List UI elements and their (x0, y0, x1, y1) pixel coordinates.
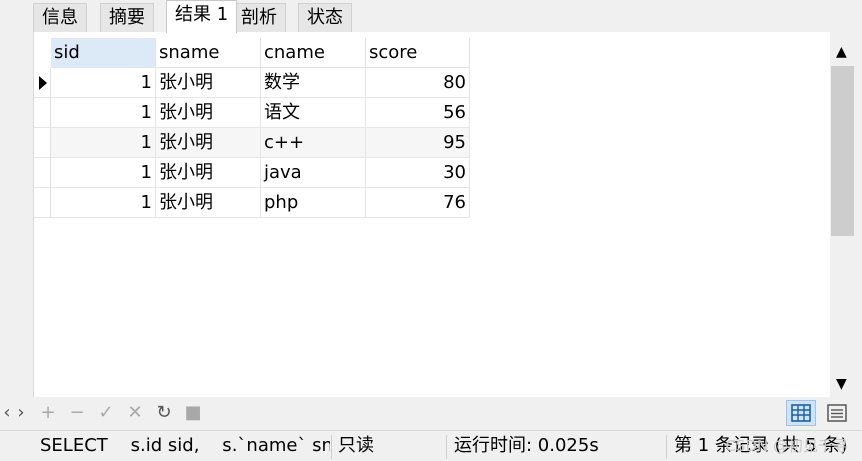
column-header-label: sname (159, 42, 220, 63)
status-divider (331, 435, 332, 459)
cell-cname[interactable]: php (261, 188, 366, 218)
status-runtime: 运行时间: 0.025s (454, 435, 599, 456)
column-header-score[interactable]: score (366, 38, 470, 68)
cell-score[interactable]: 80 (366, 68, 470, 98)
scroll-up-icon[interactable]: ▲ (836, 42, 847, 62)
row-indicator[interactable] (34, 68, 51, 98)
cell-score[interactable]: 56 (366, 98, 470, 128)
tab-status-label: 状态 (307, 7, 343, 28)
cell-sname[interactable]: 张小明 (156, 158, 261, 188)
tab-status[interactable]: 状态 (298, 3, 352, 32)
row-indicator[interactable] (34, 188, 51, 218)
column-header-cname[interactable]: cname (261, 38, 366, 68)
current-row-pointer-icon (39, 76, 47, 90)
form-view-icon (827, 404, 847, 422)
form-view-button[interactable] (822, 400, 852, 426)
result-grid[interactable]: sid sname cname score 1 张小明 数学 80 1 张小明 … (33, 32, 830, 397)
tab-summary-label: 摘要 (109, 7, 145, 28)
cell-cname[interactable]: 语文 (261, 98, 366, 128)
result-tabs: 信息 摘要 结果 1 剖析 状态 (0, 0, 862, 33)
cell-score[interactable]: 30 (366, 158, 470, 188)
stop-icon[interactable]: ■ (182, 401, 204, 425)
cell-sname[interactable]: 张小明 (156, 128, 261, 158)
column-header-label: score (369, 42, 418, 63)
add-record-icon[interactable]: + (37, 401, 59, 425)
watermark-text: CSDN @初见千寻 (725, 437, 848, 455)
row-indicator[interactable] (34, 98, 51, 128)
tab-info-label: 信息 (42, 7, 78, 28)
column-header-label: sid (54, 42, 80, 63)
discard-changes-icon[interactable]: ✕ (124, 401, 146, 425)
scroll-thumb[interactable] (831, 66, 854, 236)
cell-cname[interactable]: 数学 (261, 68, 366, 98)
cell-cname[interactable]: java (261, 158, 366, 188)
cell-sid[interactable]: 1 (51, 68, 156, 98)
tab-profile[interactable]: 剖析 (232, 3, 286, 32)
column-header-sid[interactable]: sid (51, 38, 156, 68)
column-header-sname[interactable]: sname (156, 38, 261, 68)
grid-toolbar: ‹ › + − ✓ ✕ ↻ ■ (0, 398, 862, 428)
status-divider (666, 435, 667, 459)
tab-profile-label: 剖析 (241, 7, 277, 28)
cell-sname[interactable]: 张小明 (156, 68, 261, 98)
row-indicator[interactable] (34, 158, 51, 188)
cell-score[interactable]: 95 (366, 128, 470, 158)
delete-record-icon[interactable]: − (66, 401, 88, 425)
cell-score[interactable]: 76 (366, 188, 470, 218)
scroll-down-icon[interactable]: ▼ (836, 374, 847, 394)
tab-info[interactable]: 信息 (33, 3, 87, 32)
refresh-icon[interactable]: ↻ (153, 401, 175, 425)
chevron-left-icon[interactable]: ‹ (0, 401, 14, 425)
status-divider (446, 435, 447, 459)
status-bar: SELECT s.id sid, s.`name` snan 只读 运行时间: … (0, 430, 862, 461)
status-sql: SELECT s.id sid, s.`name` snan (40, 435, 330, 456)
cell-sname[interactable]: 张小明 (156, 98, 261, 128)
cell-sid[interactable]: 1 (51, 128, 156, 158)
tab-result-1-label: 结果 1 (175, 4, 229, 25)
cell-cname[interactable]: c++ (261, 128, 366, 158)
cell-sid[interactable]: 1 (51, 188, 156, 218)
apply-changes-icon[interactable]: ✓ (95, 401, 117, 425)
grid-view-button[interactable] (786, 400, 816, 426)
chevron-right-icon[interactable]: › (14, 401, 28, 425)
column-header-label: cname (264, 42, 325, 63)
cell-sid[interactable]: 1 (51, 158, 156, 188)
tab-result-1[interactable]: 结果 1 (166, 0, 238, 33)
cell-sid[interactable]: 1 (51, 98, 156, 128)
cell-sname[interactable]: 张小明 (156, 188, 261, 218)
row-indicator[interactable] (34, 128, 51, 158)
tab-summary[interactable]: 摘要 (100, 3, 154, 32)
vertical-scrollbar[interactable]: ▲ ▼ (830, 38, 856, 396)
grid-view-icon (791, 404, 811, 422)
status-mode: 只读 (338, 435, 374, 456)
